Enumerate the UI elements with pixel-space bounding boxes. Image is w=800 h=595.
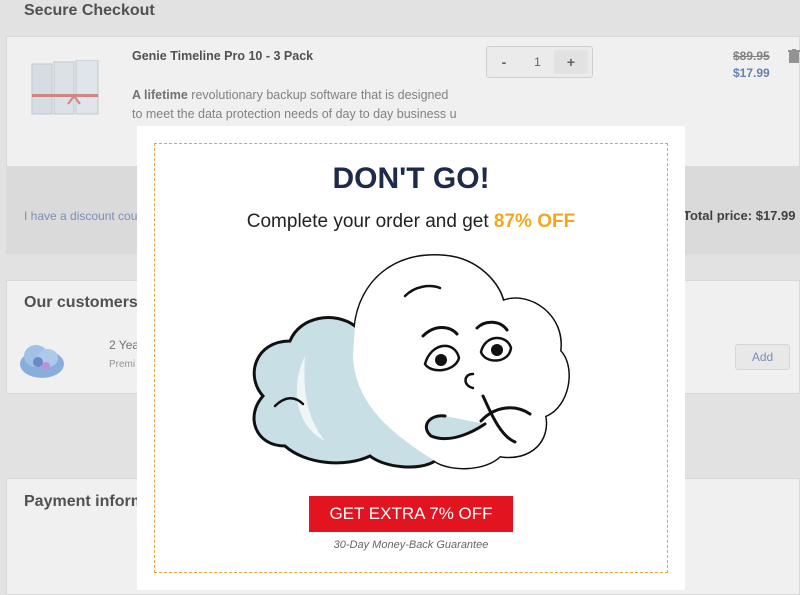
discount-highlight: 87% OFF	[493, 211, 576, 232]
get-extra-discount-button[interactable]: GET EXTRA 7% OFF	[309, 496, 513, 532]
modal-subtitle: Complete your order and get 87% OFF	[137, 211, 685, 233]
money-back-guarantee: 30-Day Money-Back Guarantee	[333, 539, 489, 551]
modal-subtitle-text: Complete your order and get	[246, 211, 494, 232]
modal-title: DON'T GO!	[332, 162, 490, 195]
exit-intent-modal: DON'T GO! Complete your order and get 87…	[137, 126, 685, 590]
sad-cloud-illustration	[252, 253, 570, 470]
